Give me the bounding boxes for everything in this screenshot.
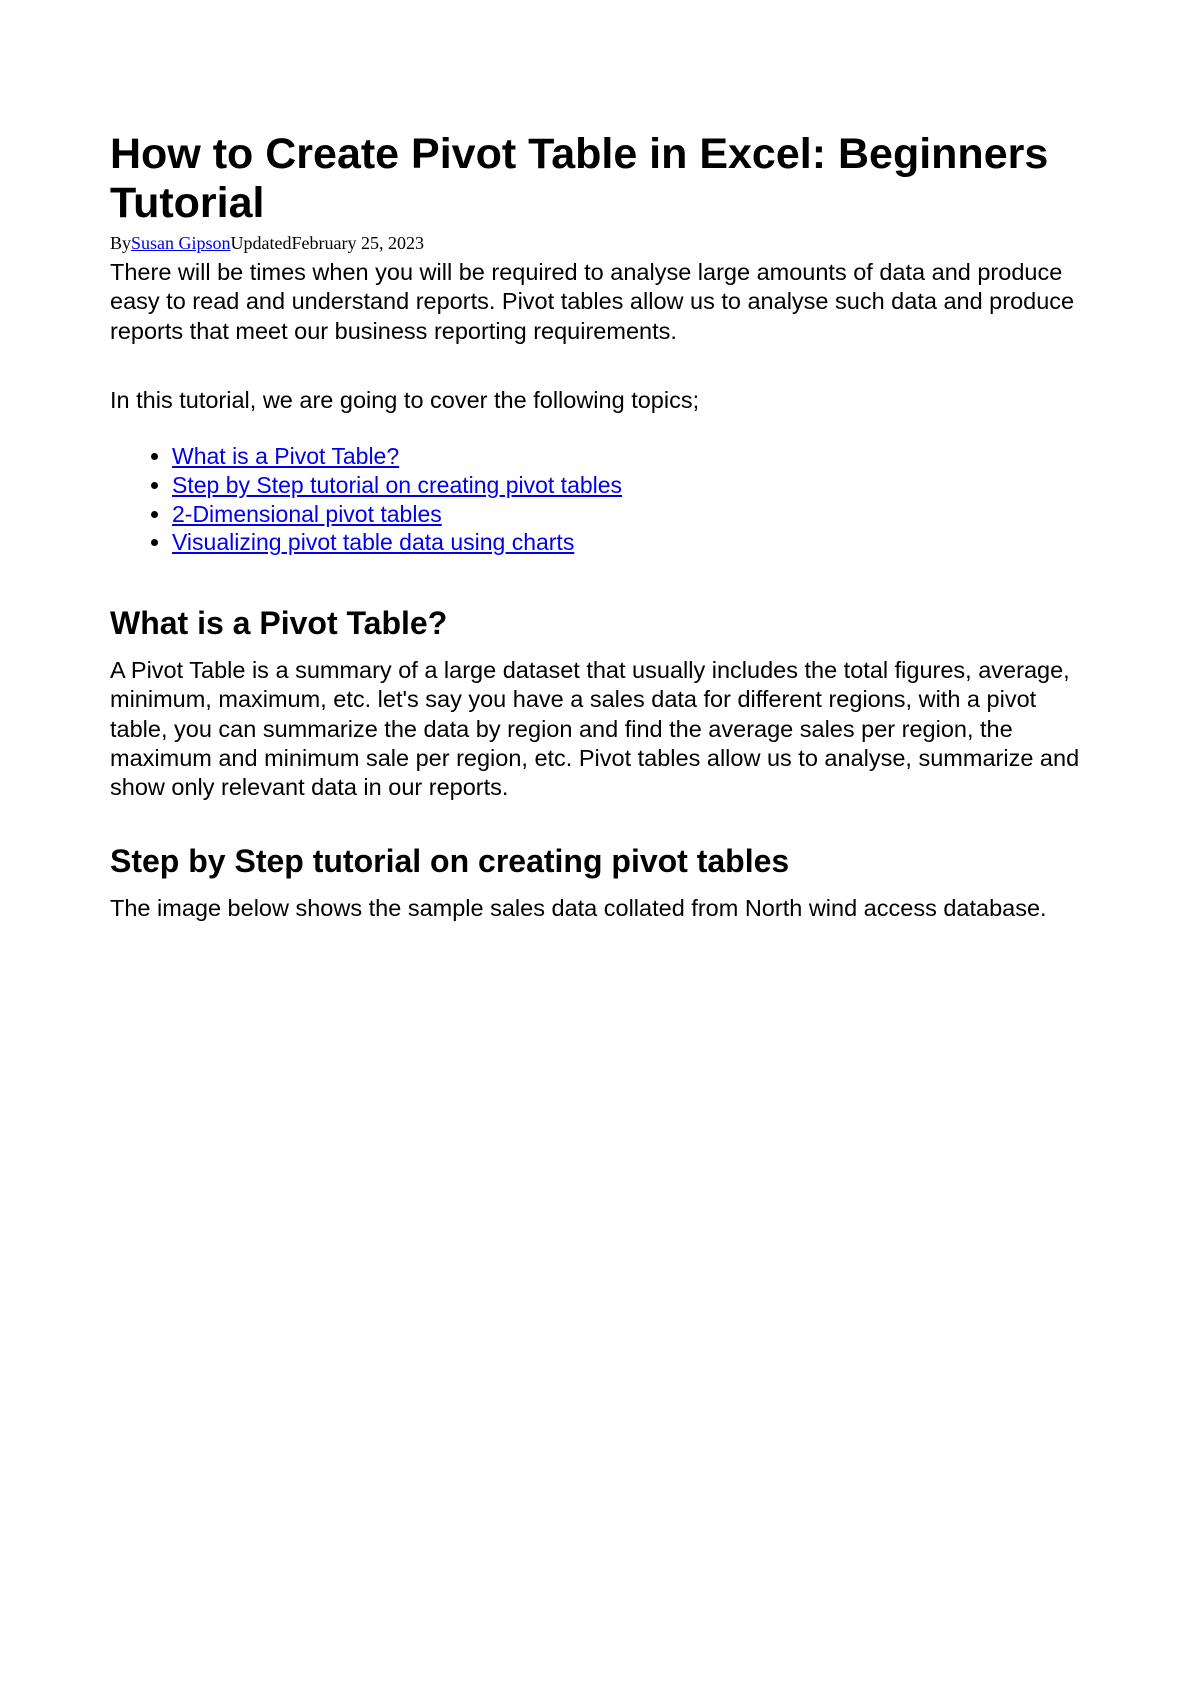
toc-item: 2-Dimensional pivot tables [172,501,1090,529]
toc-link-step-by-step[interactable]: Step by Step tutorial on creating pivot … [172,472,622,498]
section-body-what-is: A Pivot Table is a summary of a large da… [110,656,1090,803]
toc-item: Visualizing pivot table data using chart… [172,529,1090,557]
byline: BySusan GipsonUpdatedFebruary 25, 2023 [110,233,1090,254]
by-label: By [110,233,131,253]
topics-intro: In this tutorial, we are going to cover … [110,386,1090,415]
toc-item: Step by Step tutorial on creating pivot … [172,472,1090,500]
page-title: How to Create Pivot Table in Excel: Begi… [110,130,1090,229]
toc-link-2d[interactable]: 2-Dimensional pivot tables [172,501,442,527]
section-body-step-by-step: The image below shows the sample sales d… [110,894,1090,923]
toc-item: What is a Pivot Table? [172,443,1090,471]
intro-paragraph: There will be times when you will be req… [110,258,1090,346]
section-heading-what-is: What is a Pivot Table? [110,605,1090,642]
updated-label: Updated [231,233,292,253]
toc-link-what-is[interactable]: What is a Pivot Table? [172,443,399,469]
section-heading-step-by-step: Step by Step tutorial on creating pivot … [110,843,1090,880]
table-of-contents: What is a Pivot Table? Step by Step tuto… [110,443,1090,556]
update-date: February 25, 2023 [292,233,424,253]
author-link[interactable]: Susan Gipson [131,233,231,253]
toc-link-visualizing[interactable]: Visualizing pivot table data using chart… [172,529,574,555]
